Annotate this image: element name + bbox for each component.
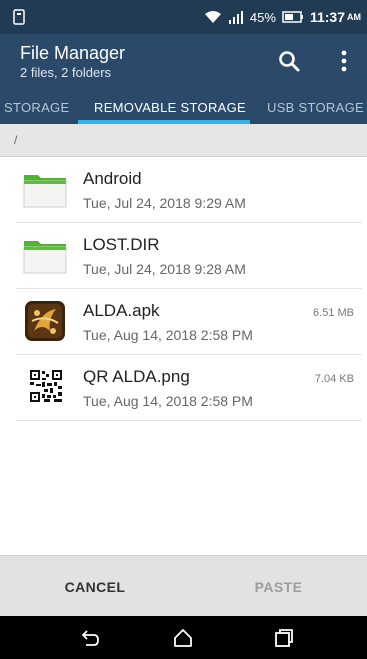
file-list: Android Tue, Jul 24, 2018 9:29 AM LOST.D… (0, 157, 367, 421)
recent-apps-icon[interactable] (273, 627, 295, 649)
paste-button[interactable]: PASTE (190, 556, 367, 617)
file-name: LOST.DIR (83, 235, 160, 254)
app-title: File Manager (20, 43, 126, 63)
battery-icon (282, 11, 304, 23)
current-path: / (14, 133, 18, 147)
file-name: ALDA.apk (83, 301, 160, 320)
signal-icon (228, 10, 244, 24)
file-date: Tue, Jul 24, 2018 9:29 AM (83, 195, 246, 211)
status-icons: 45% 11:37 AM (204, 0, 361, 34)
file-size: 6.51 MB (313, 307, 354, 319)
tab-usb-storage[interactable]: USB STORAGE (267, 100, 364, 115)
back-icon[interactable] (78, 627, 100, 649)
file-date: Tue, Aug 14, 2018 2:58 PM (83, 327, 253, 343)
action-bar: CANCEL PASTE (0, 555, 367, 617)
apk-icon (22, 301, 68, 341)
file-name: QR ALDA.png (83, 367, 190, 386)
path-bar: / (0, 124, 367, 157)
app-subtitle: 2 files, 2 folders (20, 65, 112, 80)
status-bar: 45% 11:37 AM (0, 0, 367, 34)
file-size: 7.04 KB (314, 373, 354, 385)
more-vert-icon[interactable] (334, 48, 354, 74)
list-item[interactable]: Android Tue, Jul 24, 2018 9:29 AM (16, 157, 362, 223)
clock: 11:37 (309, 9, 345, 25)
wifi-icon (204, 10, 222, 24)
search-icon[interactable] (276, 48, 302, 74)
file-date: Tue, Aug 14, 2018 2:58 PM (83, 393, 253, 409)
list-item[interactable]: LOST.DIR Tue, Jul 24, 2018 9:28 AM (16, 223, 362, 289)
folder-icon (22, 169, 68, 209)
phone-icon (12, 9, 26, 25)
folder-icon (22, 235, 68, 275)
file-date: Tue, Jul 24, 2018 9:28 AM (83, 261, 246, 277)
tab-storage[interactable]: STORAGE (4, 100, 69, 115)
list-item[interactable]: ALDA.apk Tue, Aug 14, 2018 2:58 PM 6.51 … (16, 289, 362, 355)
app-bar: File Manager 2 files, 2 folders (0, 34, 367, 86)
file-name: Android (83, 169, 142, 188)
battery-percent: 45% (249, 9, 276, 25)
home-icon[interactable] (172, 627, 194, 649)
cancel-button[interactable]: CANCEL (0, 556, 190, 617)
tab-removable-storage[interactable]: REMOVABLE STORAGE (94, 100, 246, 115)
clock-ampm: AM (347, 12, 361, 22)
navigation-bar (0, 616, 367, 659)
qr-image-icon (22, 367, 68, 407)
list-item[interactable]: QR ALDA.png Tue, Aug 14, 2018 2:58 PM 7.… (16, 355, 362, 421)
storage-tabs: STORAGE REMOVABLE STORAGE USB STORAGE (0, 86, 367, 124)
